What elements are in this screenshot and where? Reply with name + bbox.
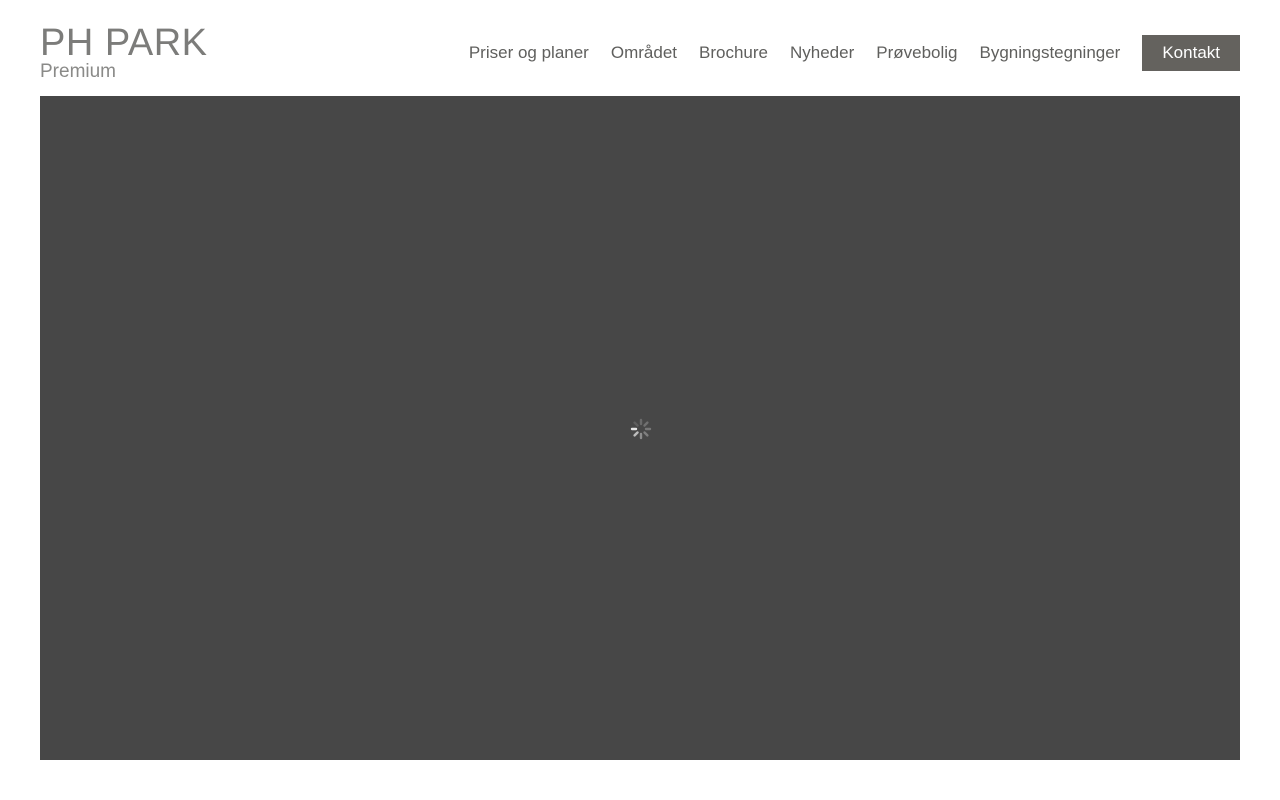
hero-slider — [40, 96, 1240, 760]
contact-button[interactable]: Kontakt — [1142, 35, 1240, 71]
main-navigation: Priser og planer Området Brochure Nyhede… — [469, 35, 1240, 71]
nav-item-omraadet[interactable]: Området — [611, 35, 677, 71]
nav-item-bygningstegninger[interactable]: Bygningstegninger — [980, 35, 1121, 71]
nav-item-brochure[interactable]: Brochure — [699, 35, 768, 71]
logo-link[interactable]: PH PARK Premium — [40, 24, 208, 82]
logo-wordmark: PH PARK — [40, 22, 208, 64]
loading-spinner-icon — [630, 418, 652, 440]
site-header: PH PARK Premium Priser og planer Området… — [0, 0, 1280, 96]
nav-item-proevebolig[interactable]: Prøvebolig — [876, 35, 957, 71]
nav-item-priser-og-planer[interactable]: Priser og planer — [469, 35, 589, 71]
logo-tagline: Premium — [40, 61, 117, 82]
nav-item-nyheder[interactable]: Nyheder — [790, 35, 854, 71]
